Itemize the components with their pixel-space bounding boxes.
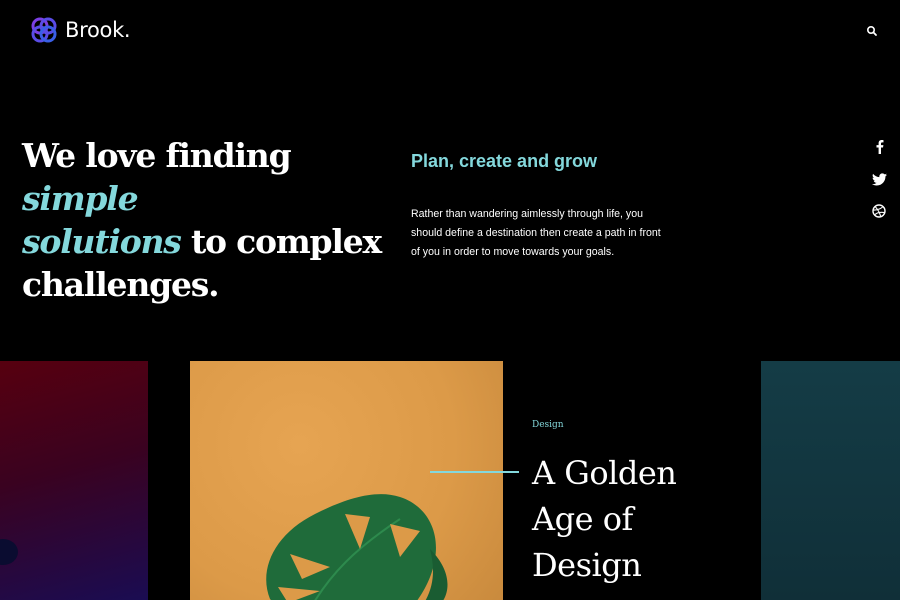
- post-title[interactable]: A Golden Age of Design: [532, 450, 722, 588]
- headline-emphasis: solutions: [22, 222, 182, 261]
- monstera-leaf-image: [266, 494, 448, 600]
- brand-logo-icon: [31, 17, 57, 43]
- title-accent-line: [430, 471, 519, 473]
- facebook-icon: [876, 139, 883, 154]
- card-image-shape: [0, 539, 18, 565]
- brand-name: Brook.: [65, 18, 131, 42]
- twitter-link[interactable]: [870, 170, 888, 188]
- post-category-link[interactable]: Design: [532, 420, 564, 430]
- hero-subheading: Plan, create and grow: [411, 151, 598, 171]
- headline-emphasis: simple: [22, 179, 139, 218]
- hero-description: Rather than wandering aimlessly through …: [411, 208, 661, 258]
- facebook-link[interactable]: [870, 137, 888, 155]
- headline-text: We love finding: [22, 136, 292, 175]
- logo[interactable]: Brook.: [28, 14, 131, 46]
- search-icon[interactable]: [865, 24, 879, 38]
- twitter-icon: [871, 172, 887, 185]
- dribbble-link[interactable]: [870, 202, 888, 220]
- post-card-previous[interactable]: [0, 361, 148, 600]
- post-card-featured-image[interactable]: [190, 361, 503, 600]
- hero-headline: We love finding simple solutions to compl…: [22, 134, 402, 306]
- dribbble-icon: [872, 204, 886, 218]
- post-card-next[interactable]: [761, 361, 900, 600]
